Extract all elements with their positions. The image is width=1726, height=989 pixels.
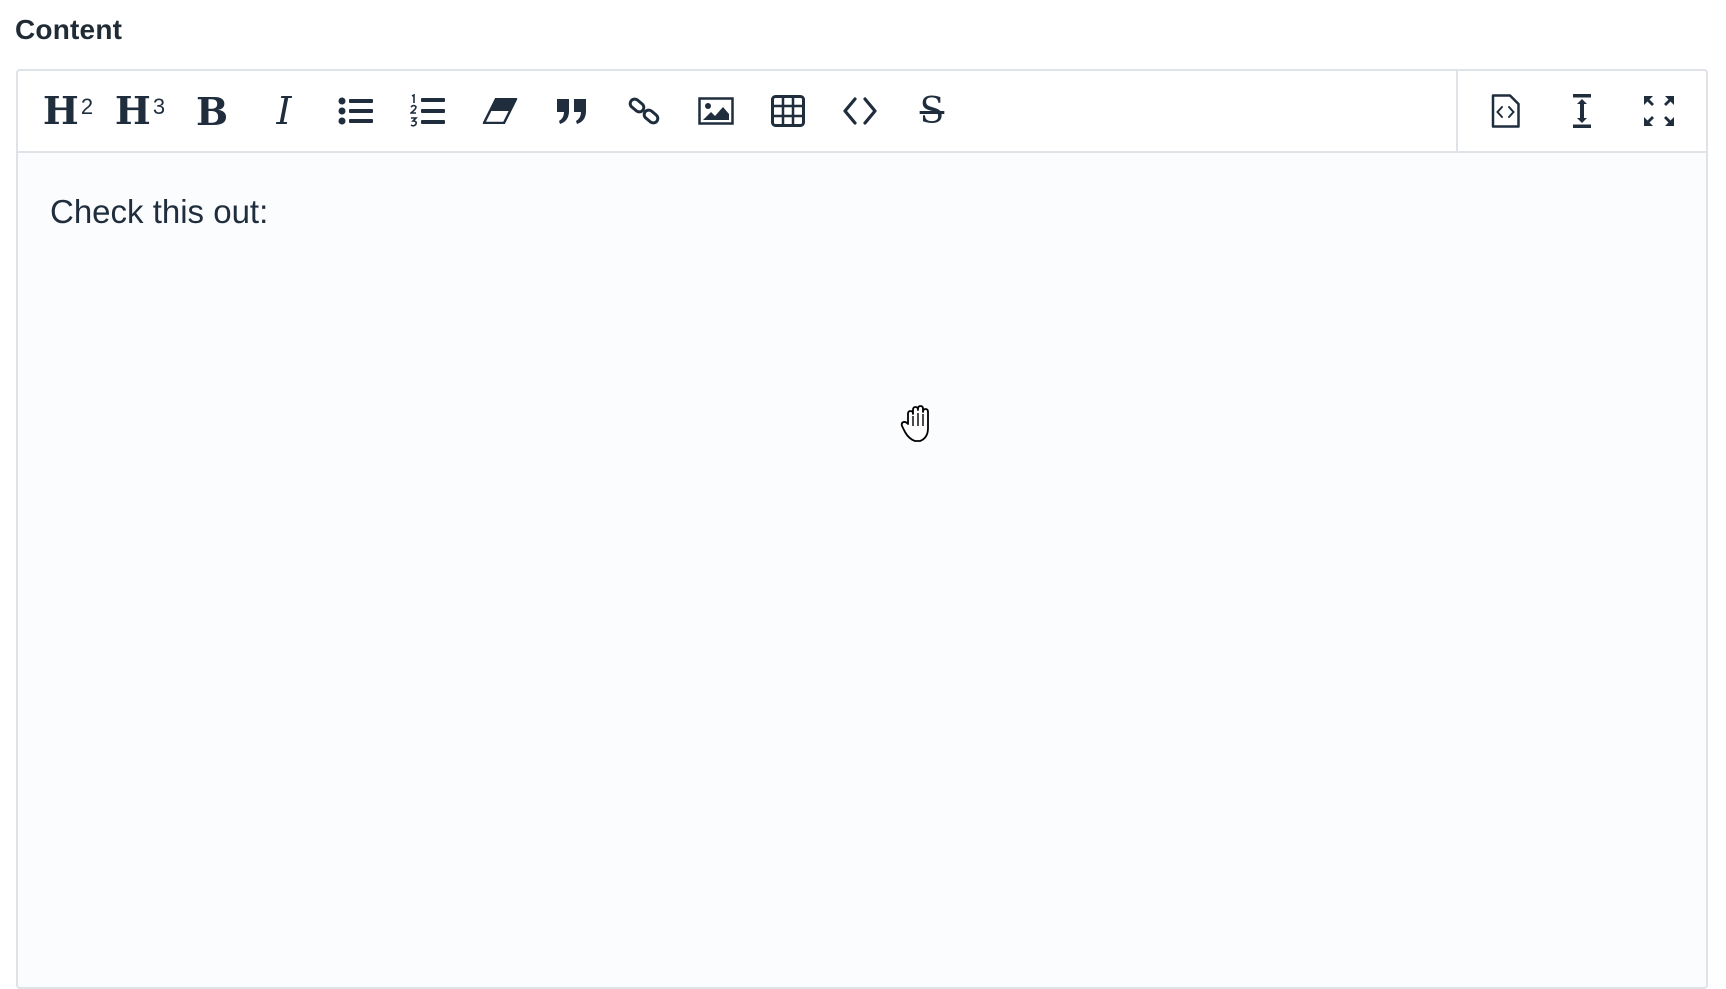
strikethrough-button[interactable]: S <box>896 83 968 139</box>
image-button[interactable] <box>680 83 752 139</box>
source-mode-button[interactable] <box>1469 83 1541 139</box>
content-field-label: Content <box>15 14 123 45</box>
bullet-list-button[interactable] <box>320 83 392 139</box>
code-icon <box>843 97 877 125</box>
heading-3-icon: H3 <box>114 88 166 133</box>
heading-2-button[interactable]: H2 <box>32 83 104 139</box>
markdown-editor: H2 H3 B I S Check this out: <box>16 69 1708 989</box>
toolbar-format-group: H2 H3 B I S <box>32 71 968 151</box>
heading-3-button[interactable]: H3 <box>104 83 176 139</box>
bold-icon: B <box>195 88 229 134</box>
bullet-list-icon <box>338 97 373 125</box>
editor-paragraph: Check this out: <box>50 193 269 230</box>
editor-content-area[interactable]: Check this out: <box>18 153 1706 987</box>
strikethrough-icon: S <box>919 90 945 132</box>
toolbar-view-group <box>1456 71 1706 151</box>
clear-format-button[interactable] <box>464 83 536 139</box>
link-button[interactable] <box>608 83 680 139</box>
ordered-list-button[interactable] <box>392 83 464 139</box>
grab-hand-icon <box>900 405 929 442</box>
table-button[interactable] <box>752 83 824 139</box>
table-icon <box>771 95 805 127</box>
fullscreen-icon <box>1644 96 1675 126</box>
source-code-icon <box>1491 94 1520 128</box>
quote-button[interactable] <box>536 83 608 139</box>
italic-button[interactable]: I <box>248 83 320 139</box>
ordered-list-icon <box>410 94 445 127</box>
editor-toolbar: H2 H3 B I S <box>18 71 1706 153</box>
quote-icon <box>557 99 586 124</box>
italic-icon: I <box>276 89 292 133</box>
heading-2-icon: H2 <box>42 88 94 133</box>
eraser-icon <box>482 98 518 124</box>
resize-editor-button[interactable] <box>1546 83 1618 139</box>
image-icon <box>698 97 734 125</box>
fullscreen-button[interactable] <box>1623 83 1695 139</box>
code-button[interactable] <box>824 83 896 139</box>
link-icon <box>628 97 660 125</box>
resize-vertical-icon <box>1572 94 1591 128</box>
bold-button[interactable]: B <box>176 83 248 139</box>
